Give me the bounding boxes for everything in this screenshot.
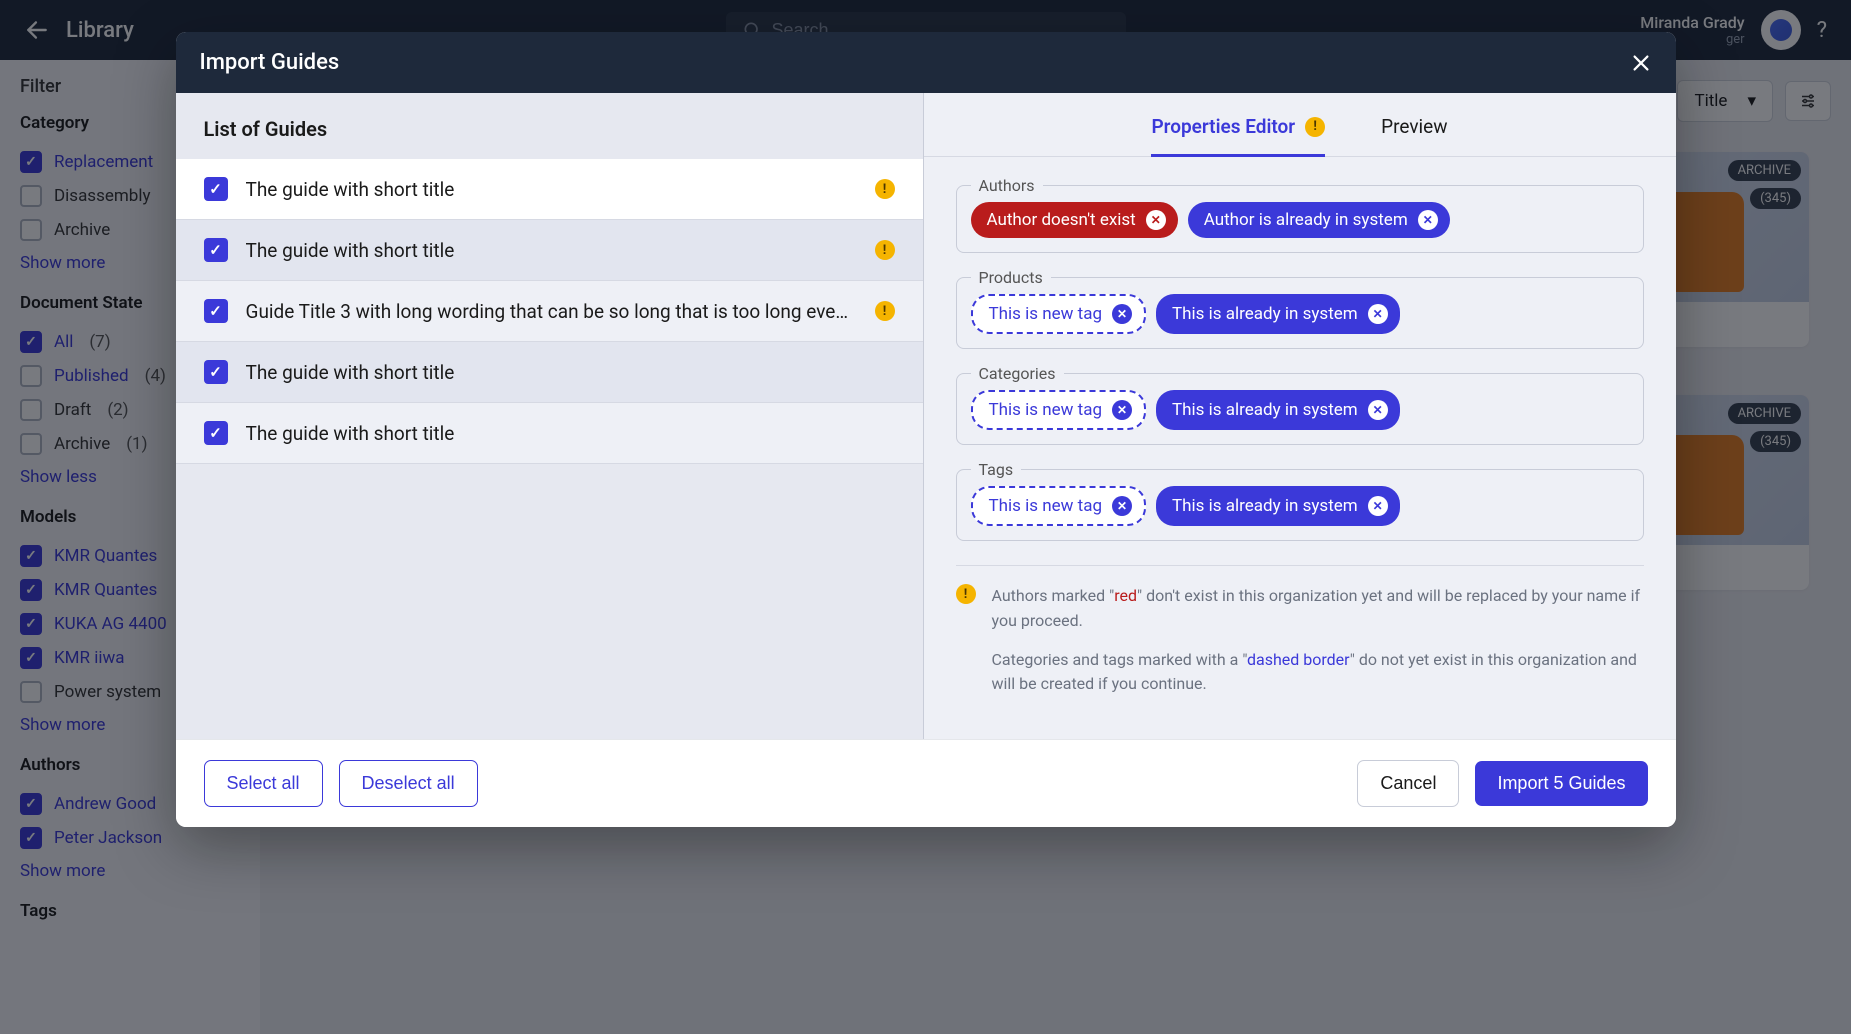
tag-tag-new: This is new tag✕ [971, 486, 1147, 526]
product-tag-exist: This is already in system✕ [1156, 294, 1400, 334]
warning-icon: ! [875, 301, 895, 321]
guides-list-pane: List of Guides The guide with short titl… [176, 93, 924, 739]
warning-icon: ! [956, 584, 976, 604]
remove-tag-icon[interactable]: ✕ [1112, 304, 1132, 324]
import-guides-dialog: Import Guides List of Guides The guide w… [176, 32, 1676, 827]
remove-tag-icon[interactable]: ✕ [1368, 496, 1388, 516]
cancel-button[interactable]: Cancel [1357, 760, 1459, 807]
dialog-footer: Select all Deselect all Cancel Import 5 … [176, 739, 1676, 827]
notice-line-1: Authors marked "red" don't exist in this… [992, 584, 1644, 634]
remove-tag-icon[interactable]: ✕ [1112, 400, 1132, 420]
checkbox[interactable] [204, 421, 228, 445]
author-tag-error: Author doesn't exist✕ [971, 202, 1178, 238]
fieldset-legend: Authors [971, 176, 1043, 195]
warning-icon: ! [875, 179, 895, 199]
remove-tag-icon[interactable]: ✕ [1418, 210, 1438, 230]
guide-title: The guide with short title [246, 178, 857, 201]
close-button[interactable] [1630, 52, 1652, 74]
properties-pane: Properties Editor ! Preview Authors Auth… [924, 93, 1676, 739]
list-header: List of Guides [176, 93, 923, 159]
warning-icon: ! [1305, 117, 1325, 137]
remove-tag-icon[interactable]: ✕ [1112, 496, 1132, 516]
checkbox[interactable] [204, 299, 228, 323]
remove-tag-icon[interactable]: ✕ [1368, 400, 1388, 420]
author-tag-exist: Author is already in system✕ [1188, 202, 1450, 238]
import-button[interactable]: Import 5 Guides [1475, 761, 1647, 806]
dialog-title: Import Guides [200, 50, 340, 75]
guide-row[interactable]: The guide with short title [176, 342, 923, 403]
guide-title: The guide with short title [246, 422, 895, 445]
fieldset-legend: Products [971, 268, 1051, 287]
warning-icon: ! [875, 240, 895, 260]
close-icon [1630, 52, 1652, 74]
product-tag-new: This is new tag✕ [971, 294, 1147, 334]
checkbox[interactable] [204, 360, 228, 384]
authors-fieldset: Authors Author doesn't exist✕ Author is … [956, 185, 1644, 253]
guide-title: The guide with short title [246, 239, 857, 262]
tab-properties-editor[interactable]: Properties Editor ! [1151, 115, 1325, 156]
tab-preview[interactable]: Preview [1381, 115, 1447, 156]
guide-list: The guide with short title ! The guide w… [176, 159, 923, 739]
remove-tag-icon[interactable]: ✕ [1368, 304, 1388, 324]
guide-row[interactable]: The guide with short title [176, 403, 923, 464]
fieldset-legend: Categories [971, 364, 1064, 383]
categories-fieldset: Categories This is new tag✕ This is alre… [956, 373, 1644, 445]
checkbox[interactable] [204, 177, 228, 201]
notice-line-2: Categories and tags marked with a "dashe… [992, 648, 1644, 698]
category-tag-exist: This is already in system✕ [1156, 390, 1400, 430]
select-all-button[interactable]: Select all [204, 760, 323, 807]
checkbox[interactable] [204, 238, 228, 262]
fieldset-legend: Tags [971, 460, 1022, 479]
remove-tag-icon[interactable]: ✕ [1146, 210, 1166, 230]
tag-tag-exist: This is already in system✕ [1156, 486, 1400, 526]
guide-row[interactable]: The guide with short title ! [176, 159, 923, 220]
guide-title: Guide Title 3 with long wording that can… [246, 300, 857, 323]
modal-overlay: Import Guides List of Guides The guide w… [0, 0, 1851, 1034]
guide-row[interactable]: The guide with short title ! [176, 220, 923, 281]
guide-title: The guide with short title [246, 361, 895, 384]
category-tag-new: This is new tag✕ [971, 390, 1147, 430]
deselect-all-button[interactable]: Deselect all [339, 760, 478, 807]
tags-fieldset: Tags This is new tag✕ This is already in… [956, 469, 1644, 541]
products-fieldset: Products This is new tag✕ This is alread… [956, 277, 1644, 349]
guide-row[interactable]: Guide Title 3 with long wording that can… [176, 281, 923, 342]
warning-notice: ! Authors marked "red" don't exist in th… [956, 565, 1644, 711]
tabs: Properties Editor ! Preview [924, 93, 1676, 157]
